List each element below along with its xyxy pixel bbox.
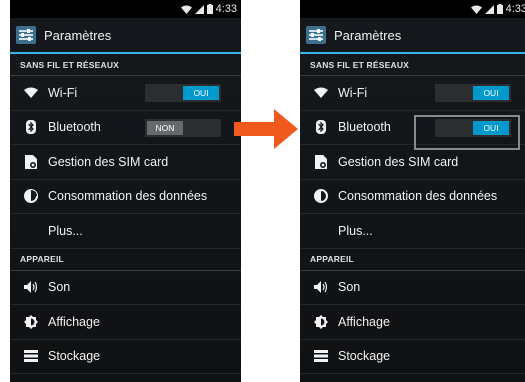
settings-item-sim[interactable]: Gestion des SIM card (300, 145, 525, 180)
status-time: 4:33 (505, 3, 525, 15)
settings-item-storage[interactable]: Stockage (10, 340, 241, 374)
settings-item-more[interactable]: Plus... (10, 214, 241, 249)
settings-item-storage[interactable]: Stockage (300, 340, 525, 374)
item-label: Gestion des SIM card (48, 154, 169, 169)
bluetooth-icon (24, 120, 38, 135)
sim-card-icon (24, 154, 38, 169)
page-title: Paramètres (44, 27, 112, 43)
item-label: Stockage (338, 349, 391, 364)
settings-item-more[interactable]: Plus... (300, 214, 525, 249)
cell-signal-icon (484, 4, 494, 14)
settings-item-sound[interactable]: Son (10, 271, 241, 305)
settings-item-sound[interactable]: Son (300, 271, 525, 305)
action-bar: Paramètres (300, 18, 525, 54)
brightness-icon (24, 314, 38, 329)
item-label: Son (338, 280, 361, 295)
toggle-knob: NON (147, 120, 183, 135)
wifi-icon (24, 86, 38, 100)
section-header-wireless: SANS FIL ET RÉSEAUX (10, 54, 241, 76)
settings-item-display[interactable]: Affichage (10, 305, 241, 340)
item-label: Bluetooth (48, 120, 101, 135)
bluetooth-toggle[interactable]: NON (145, 118, 221, 137)
settings-item-wifi[interactable]: Wi-Fi OUI (300, 76, 525, 111)
settings-item-bluetooth[interactable]: Bluetooth NON (10, 111, 241, 145)
status-bar: 4:33 (10, 0, 241, 18)
item-label: Stockage (48, 349, 101, 364)
battery-icon (206, 4, 213, 14)
settings-item-display[interactable]: Affichage (300, 305, 525, 340)
phone-screen-before: 4:33 Paramètres SANS FIL ET RÉSEAUX Wi-F… (10, 0, 241, 382)
item-label: Consommation des données (338, 189, 498, 204)
action-bar: Paramètres (10, 18, 241, 54)
settings-app-icon[interactable] (306, 26, 326, 44)
item-label: Affichage (338, 314, 390, 329)
battery-icon (496, 4, 503, 14)
transition-arrow-icon (234, 109, 298, 149)
section-header-wireless: SANS FIL ET RÉSEAUX (300, 54, 525, 76)
section-header-device: APPAREIL (10, 249, 241, 271)
wifi-signal-icon (180, 5, 192, 14)
settings-item-data-usage[interactable]: Consommation des données (10, 180, 241, 214)
item-label: Plus... (48, 223, 83, 238)
item-label: Gestion des SIM card (338, 154, 459, 169)
item-label: Bluetooth (338, 120, 391, 135)
page-title: Paramètres (334, 27, 402, 43)
section-header-device: APPAREIL (300, 249, 525, 271)
bluetooth-toggle-highlight (414, 115, 520, 150)
status-time: 4:33 (215, 3, 237, 15)
speaker-icon (24, 280, 38, 294)
storage-icon (314, 349, 328, 363)
item-label: Consommation des données (48, 189, 208, 204)
item-label: Plus... (338, 223, 373, 238)
wifi-toggle[interactable]: OUI (435, 84, 511, 102)
status-bar: 4:33 (300, 0, 525, 18)
cell-signal-icon (194, 4, 204, 14)
speaker-icon (314, 280, 328, 294)
data-usage-icon (24, 189, 38, 204)
settings-item-sim[interactable]: Gestion des SIM card (10, 145, 241, 180)
wifi-toggle[interactable]: OUI (145, 84, 221, 102)
settings-item-wifi[interactable]: Wi-Fi OUI (10, 76, 241, 111)
item-label: Affichage (48, 314, 100, 329)
settings-item-data-usage[interactable]: Consommation des données (300, 180, 525, 214)
storage-icon (24, 349, 38, 363)
wifi-icon (314, 86, 328, 100)
item-label: Son (48, 280, 71, 295)
phone-screen-after: 4:33 Paramètres SANS FIL ET RÉSEAUX Wi-F… (300, 0, 525, 382)
toggle-knob: OUI (183, 86, 219, 100)
sim-card-icon (314, 154, 328, 169)
wifi-signal-icon (470, 5, 482, 14)
brightness-icon (314, 314, 328, 329)
bluetooth-icon (314, 120, 328, 135)
settings-app-icon[interactable] (16, 26, 36, 44)
data-usage-icon (314, 189, 328, 204)
toggle-knob: OUI (473, 86, 509, 100)
item-label: Wi-Fi (338, 85, 368, 100)
item-label: Wi-Fi (48, 85, 78, 100)
